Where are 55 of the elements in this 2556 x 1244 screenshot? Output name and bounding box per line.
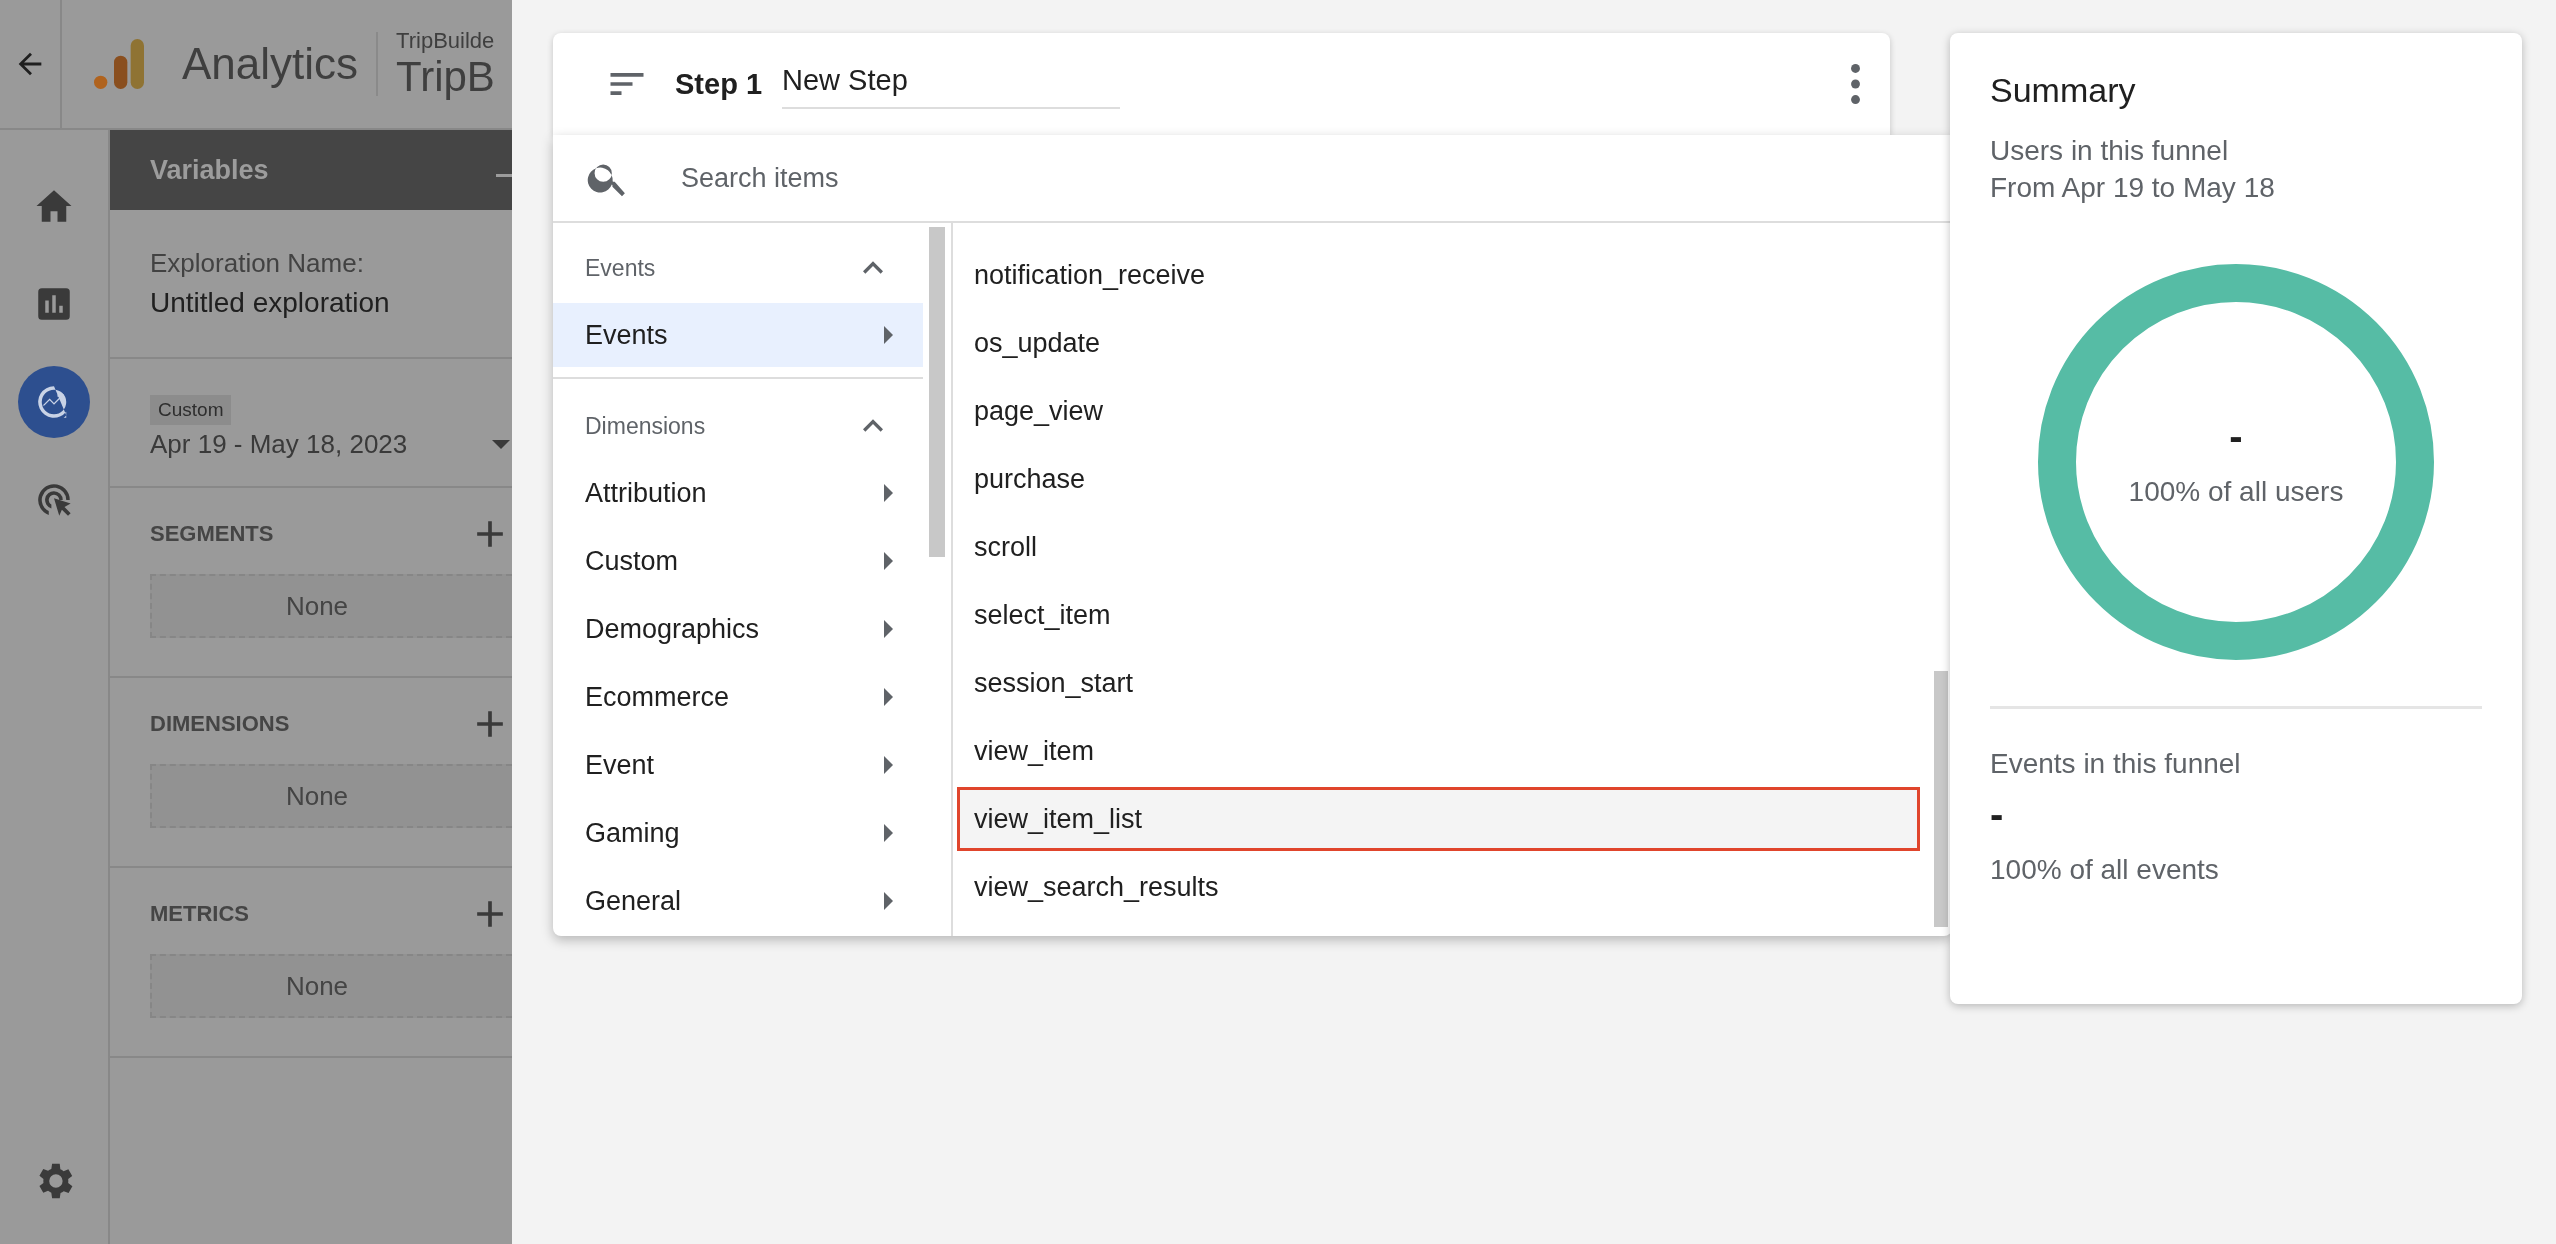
- app-title: Analytics: [182, 39, 359, 89]
- scrollbar[interactable]: [1934, 671, 1948, 927]
- date-badge: Custom: [150, 395, 232, 425]
- picker-option[interactable]: notification_receive: [957, 243, 1920, 307]
- more-button[interactable]: [1851, 64, 1860, 104]
- events-value: -: [1990, 792, 2005, 837]
- caret-icon: [884, 484, 893, 502]
- scrollbar[interactable]: [929, 227, 945, 557]
- property-name[interactable]: TripB: [396, 54, 495, 100]
- picker-option[interactable]: view_item_list: [957, 787, 1920, 851]
- picker-option[interactable]: page_view: [957, 379, 1920, 443]
- caret-icon: [884, 620, 893, 638]
- field-label: Exploration Name:: [150, 248, 365, 279]
- more-icon: [1851, 64, 1860, 104]
- users-label: Users in this funnel: [1990, 134, 2230, 168]
- caret-icon: [884, 892, 893, 910]
- picker-option[interactable]: os_update: [957, 311, 1920, 375]
- caret-icon: [884, 326, 893, 344]
- category-item[interactable]: Event: [553, 733, 923, 797]
- step-label: Step 1: [675, 67, 763, 101]
- section-title: DIMENSIONS: [150, 711, 290, 737]
- exploration-name[interactable]: Untitled exploration: [150, 287, 512, 319]
- picker-option[interactable]: session_start: [957, 651, 1920, 715]
- account-name[interactable]: TripBuilde: [396, 28, 495, 54]
- step-name-field[interactable]: New Step: [782, 59, 1121, 109]
- caret-icon: [884, 552, 893, 570]
- group-title: Dimensions: [585, 412, 706, 440]
- empty-label: None: [285, 970, 349, 1002]
- category-item[interactable]: Events: [553, 303, 923, 367]
- caret-icon: [884, 688, 893, 706]
- picker-option[interactable]: purchase: [957, 447, 1920, 511]
- section-title: SEGMENTS: [150, 521, 274, 547]
- empty-label: None: [285, 780, 349, 812]
- users-value: -: [2229, 414, 2243, 459]
- picker-option[interactable]: view_search_results: [957, 855, 1920, 919]
- empty-label: None: [285, 590, 349, 622]
- users-caption: 100% of all users: [2128, 475, 2344, 509]
- category-item[interactable]: Attribution: [553, 461, 923, 525]
- summary-title: Summary: [1990, 71, 2137, 110]
- category-item[interactable]: Custom: [553, 529, 923, 593]
- events-caption: 100% of all events: [1990, 853, 2220, 887]
- category-item[interactable]: Demographics: [553, 597, 923, 661]
- panel-title: Variables: [150, 154, 269, 186]
- category-item[interactable]: Ecommerce: [553, 665, 923, 729]
- caret-icon: [884, 756, 893, 774]
- picker-option[interactable]: scroll: [957, 515, 1920, 579]
- category-item[interactable]: General: [553, 869, 923, 933]
- group-title: Events: [585, 254, 656, 282]
- picker-option[interactable]: select_item: [957, 583, 1920, 647]
- events-label: Events in this funnel: [1990, 747, 2242, 781]
- caret-icon: [884, 824, 893, 842]
- picker-option[interactable]: view_item: [957, 719, 1920, 783]
- date-range: From Apr 19 to May 18: [1990, 171, 2276, 205]
- section-title: METRICS: [150, 901, 249, 927]
- category-item[interactable]: Gaming: [553, 801, 923, 865]
